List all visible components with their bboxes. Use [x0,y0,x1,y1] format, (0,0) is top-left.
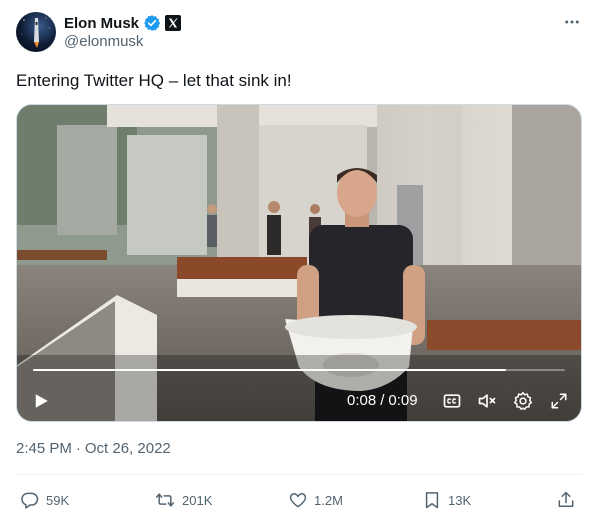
video-progress-fill [33,369,507,371]
mute-icon [478,394,496,408]
share-button[interactable] [556,486,576,514]
reply-count: 59K [46,492,70,508]
video-player[interactable]: 0:08 / 0:09 [16,104,582,422]
author-name-row: Elon Musk [64,13,182,33]
tweet-card: Elon Musk @elonmusk Entering Twitter HQ … [0,0,598,524]
bookmark-icon [425,492,439,509]
like-icon [289,493,307,508]
repost-button[interactable]: 201K [154,486,212,514]
video-frame [17,105,581,421]
x-affiliation-badge-icon[interactable] [165,15,182,31]
fullscreen-icon [551,393,567,409]
reply-button[interactable]: 59K [20,486,69,514]
captions-icon [443,394,461,408]
author-display-name[interactable]: Elon Musk [64,15,139,32]
divider [16,474,582,475]
mute-button[interactable] [475,390,499,412]
repost-count: 201K [182,492,213,508]
video-progress-track[interactable] [33,369,565,371]
video-time-separator: / [380,392,385,409]
video-duration: 0:09 [388,392,418,409]
reply-icon [21,492,39,509]
repost-icon [155,493,175,507]
video-time: 0:08 / 0:09 [347,392,418,409]
play-icon [35,394,48,408]
avatar-image [21,17,50,48]
captions-button[interactable] [441,390,463,412]
tweet-time: 2:45 PM [16,440,72,457]
tweet-timestamp[interactable]: 2:45 PM · Oct 26, 2022 [16,440,171,457]
settings-button[interactable] [511,390,535,412]
bookmark-button[interactable]: 13K [422,486,471,514]
tweet-actions: 59K 201K 1.2M 13K [16,486,582,514]
fullscreen-button[interactable] [547,390,571,412]
verified-badge-icon[interactable] [143,14,161,32]
tweet-text: Entering Twitter HQ – let that sink in! [16,71,292,90]
timestamp-separator: · [75,440,81,457]
like-count: 1.2M [314,492,343,508]
author-handle[interactable]: @elonmusk [64,33,143,50]
bookmark-count: 13K [448,492,472,508]
share-icon [558,491,574,507]
settings-icon [513,391,533,411]
like-button[interactable]: 1.2M [288,486,343,514]
avatar[interactable] [16,12,56,52]
tweet-date: Oct 26, 2022 [84,440,171,457]
more-button[interactable] [560,10,584,34]
more-icon [565,20,579,24]
video-current-time: 0:08 [347,392,377,409]
play-button[interactable] [29,389,53,413]
